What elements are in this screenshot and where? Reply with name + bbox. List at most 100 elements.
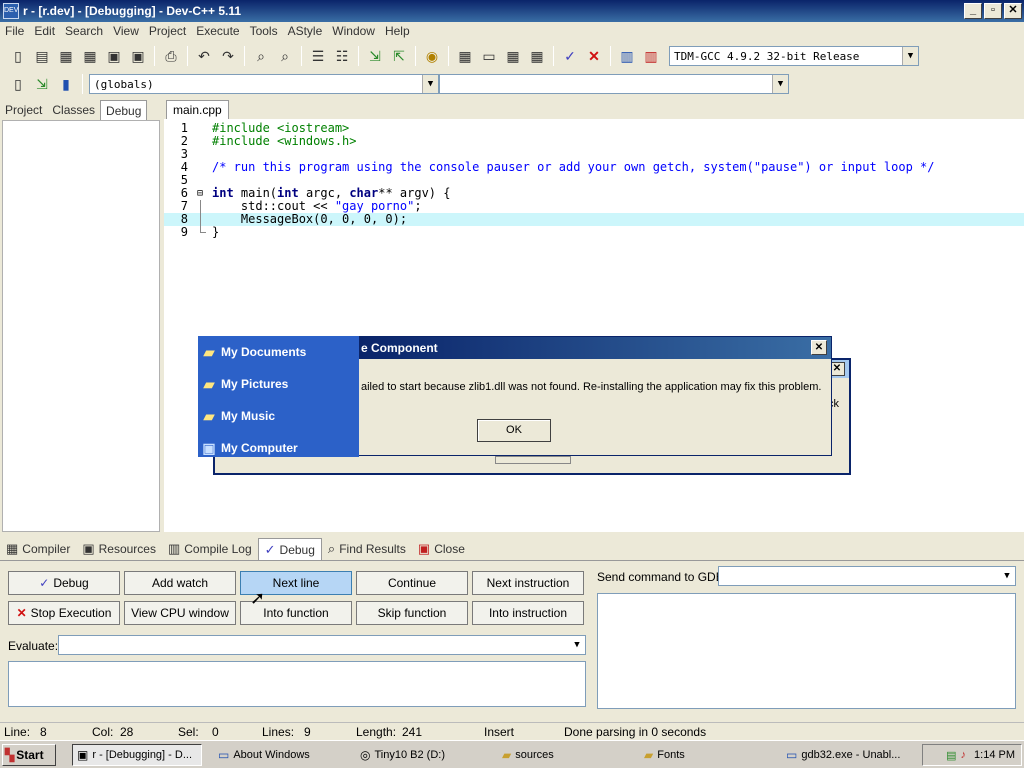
evaluate-input[interactable]: ▼ xyxy=(58,635,586,655)
compile-run-icon[interactable]: ▦ xyxy=(502,45,524,67)
tab-classes[interactable]: Classes xyxy=(47,100,100,120)
menu-execute[interactable]: Execute xyxy=(191,24,244,38)
menu-window[interactable]: Window xyxy=(327,24,380,38)
class-browser-icon[interactable]: ▯ xyxy=(7,73,29,95)
goto-definition-icon[interactable]: ▮ xyxy=(55,73,77,95)
new-file-icon[interactable]: ▯ xyxy=(7,45,29,67)
check-syntax-icon[interactable]: ✓ xyxy=(559,45,581,67)
maximize-button[interactable]: ▫ xyxy=(984,3,1002,19)
add-to-project-icon[interactable]: ⇲ xyxy=(364,45,386,67)
task-sources[interactable]: ▰ sources xyxy=(498,744,628,766)
task-fonts[interactable]: ▰ Fonts xyxy=(640,744,770,766)
compile-icon[interactable]: ▦ xyxy=(454,45,476,67)
dialog-back-button[interactable] xyxy=(495,456,571,464)
debug-watch-panel[interactable] xyxy=(2,120,160,532)
print-icon[interactable]: ⎙ xyxy=(160,45,182,67)
chevron-down-icon[interactable]: ▼ xyxy=(999,567,1015,585)
into-instruction-button[interactable]: Into instruction xyxy=(472,601,584,625)
remove-from-project-icon[interactable]: ⇱ xyxy=(388,45,410,67)
start-menu-my-music[interactable]: ▰ My Music xyxy=(198,400,359,432)
task-label: Fonts xyxy=(657,749,685,761)
member-select[interactable]: ▼ xyxy=(439,74,789,94)
chevron-down-icon[interactable]: ▼ xyxy=(902,47,918,65)
chevron-down-icon[interactable]: ▼ xyxy=(569,636,585,654)
find-icon: ⌕ xyxy=(327,541,336,556)
tab-project[interactable]: Project xyxy=(0,100,47,120)
open-file-icon[interactable]: ▤ xyxy=(31,45,53,67)
volume-icon[interactable]: ♪ xyxy=(961,749,967,761)
scope-select[interactable]: (globals) ▼ xyxy=(89,74,439,94)
next-instruction-button[interactable]: Next instruction xyxy=(472,571,584,595)
menu-tools[interactable]: Tools xyxy=(245,24,283,38)
tab-find-results[interactable]: ⌕ Find Results xyxy=(322,538,412,560)
task-about-windows[interactable]: ▭ About Windows xyxy=(214,744,344,766)
stop-execution-button[interactable]: ✕ Stop Execution xyxy=(8,601,120,625)
tab-main-cpp[interactable]: main.cpp xyxy=(166,100,229,119)
skip-function-button[interactable]: Skip function xyxy=(356,601,468,625)
gdb-output[interactable] xyxy=(597,593,1016,709)
goto-icon[interactable]: ◉ xyxy=(421,45,443,67)
start-menu-my-documents[interactable]: ▰ My Documents xyxy=(198,336,359,368)
close-icon[interactable]: ✕ xyxy=(811,340,827,355)
minimize-button[interactable]: _ xyxy=(964,3,982,19)
menu-search[interactable]: Search xyxy=(60,24,108,38)
compiler-select[interactable]: TDM-GCC 4.9.2 32-bit Release ▼ xyxy=(669,46,919,66)
debug-button[interactable]: ✓ Debug xyxy=(8,571,120,595)
chevron-down-icon[interactable]: ▼ xyxy=(772,75,788,93)
dialog-message: ailed to start because zlib1.dll was not… xyxy=(361,381,822,393)
menu-project[interactable]: Project xyxy=(144,24,191,38)
tab-label: Compile Log xyxy=(184,542,252,556)
rebuild-icon[interactable]: ▦ xyxy=(526,45,548,67)
tab-debug[interactable]: Debug xyxy=(100,100,148,120)
find-icon[interactable]: ⌕ xyxy=(250,45,272,67)
add-watch-button[interactable]: Add watch xyxy=(124,571,236,595)
tab-resources[interactable]: ▣ Resources xyxy=(76,538,162,560)
close-file-icon[interactable]: ▣ xyxy=(103,45,125,67)
start-menu-my-computer[interactable]: ▣ My Computer xyxy=(198,432,359,464)
view-cpu-window-button[interactable]: View CPU window xyxy=(124,601,236,625)
delete-profile-icon[interactable]: ▥ xyxy=(640,45,662,67)
tab-debug-bottom[interactable]: ✓ Debug xyxy=(257,538,322,560)
gdb-command-label: Send command to GDB: xyxy=(597,570,728,584)
replace-icon[interactable]: ⌕ xyxy=(274,45,296,67)
close-all-icon[interactable]: ▣ xyxy=(127,45,149,67)
evaluate-output[interactable] xyxy=(8,661,586,707)
continue-button[interactable]: Continue xyxy=(356,571,468,595)
ok-button[interactable]: OK xyxy=(477,419,551,442)
task-gdb-error[interactable]: ▭ gdb32.exe - Unabl... xyxy=(782,744,912,766)
goto-declaration-icon[interactable]: ⇲ xyxy=(31,73,53,95)
tab-compiler[interactable]: ▦ Compiler xyxy=(0,538,76,560)
close-button[interactable]: ✕ xyxy=(1004,3,1022,19)
save-all-icon[interactable]: ▦ xyxy=(79,45,101,67)
profile-icon[interactable]: ▥ xyxy=(616,45,638,67)
menu-edit[interactable]: Edit xyxy=(29,24,60,38)
clock[interactable]: 1:14 PM xyxy=(974,749,1015,761)
folder-icon: ▰ xyxy=(203,407,215,424)
menu-bar: File Edit Search View Project Execute To… xyxy=(0,22,1024,40)
indent-icon[interactable]: ☰ xyxy=(307,45,329,67)
undo-icon[interactable]: ↶ xyxy=(193,45,215,67)
start-menu-my-pictures[interactable]: ▰ My Pictures xyxy=(198,368,359,400)
chevron-down-icon[interactable]: ▼ xyxy=(422,75,438,93)
menu-help[interactable]: Help xyxy=(380,24,415,38)
stop-icon[interactable]: ✕ xyxy=(583,45,605,67)
menu-file[interactable]: File xyxy=(0,24,29,38)
tab-close[interactable]: ▣ Close xyxy=(412,538,471,560)
unindent-icon[interactable]: ☷ xyxy=(331,45,353,67)
task-devcpp[interactable]: ▣ r - [Debugging] - D... xyxy=(72,744,202,766)
menu-view[interactable]: View xyxy=(108,24,144,38)
task-drive[interactable]: ◎ Tiny10 B2 (D:) xyxy=(356,744,486,766)
code-line-current: 8 MessageBox(0, 0, 0, 0); xyxy=(164,213,1024,226)
redo-icon[interactable]: ↷ xyxy=(217,45,239,67)
tab-compile-log[interactable]: ▥ Compile Log xyxy=(162,538,258,560)
start-button[interactable]: ▚ Start xyxy=(2,744,56,766)
gdb-command-input[interactable]: ▼ xyxy=(718,566,1016,586)
run-icon[interactable]: ▭ xyxy=(478,45,500,67)
save-icon[interactable]: ▦ xyxy=(55,45,77,67)
fold-minus-icon[interactable]: ⊟ xyxy=(188,187,212,200)
menu-astyle[interactable]: AStyle xyxy=(283,24,328,38)
network-icon[interactable]: ▤ xyxy=(946,749,956,762)
start-menu-label: My Music xyxy=(221,409,276,423)
code-line: 9} xyxy=(180,225,220,239)
status-col-value: 28 xyxy=(120,725,134,739)
